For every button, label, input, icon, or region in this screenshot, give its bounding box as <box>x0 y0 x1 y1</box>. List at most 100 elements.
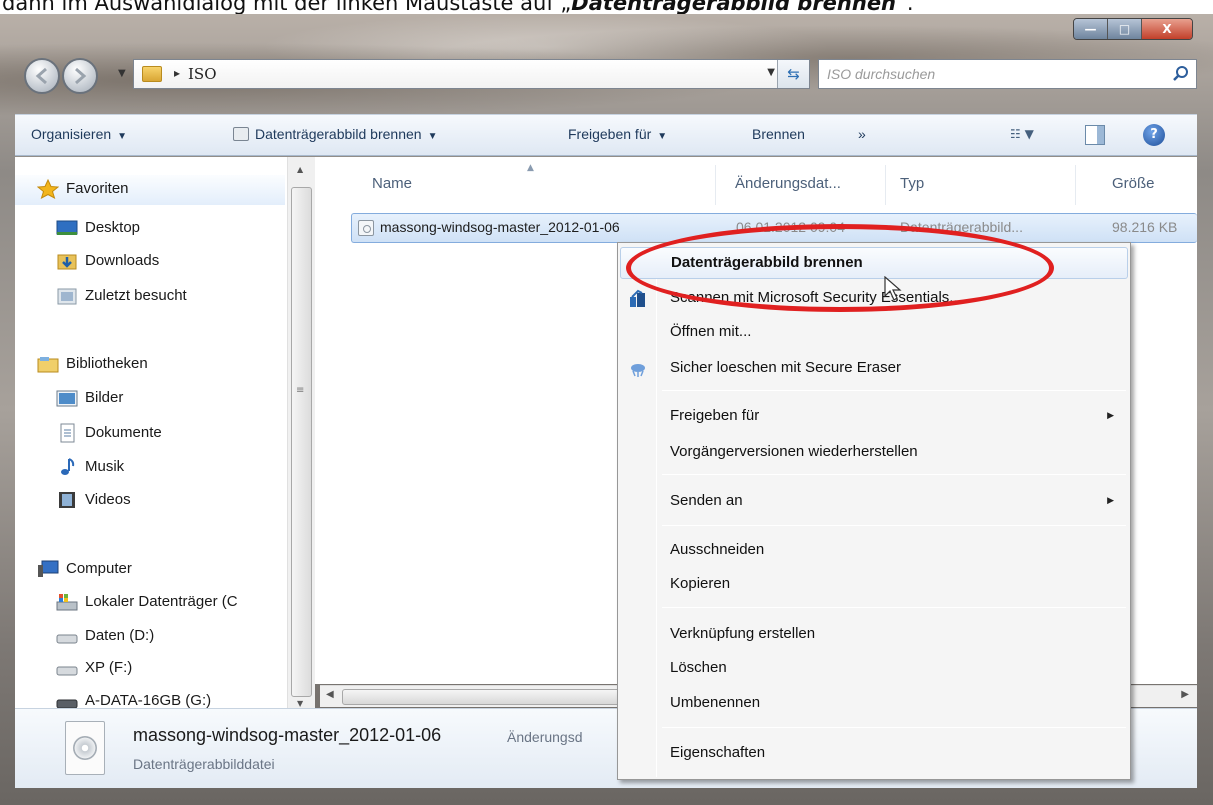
breadcrumb-separator[interactable]: ▸ <box>174 66 180 80</box>
nav-label: Desktop <box>85 219 141 236</box>
sort-ascending-icon: ▲ <box>527 163 534 173</box>
column-header-modified[interactable]: Änderungsdat... <box>735 175 841 192</box>
back-button[interactable] <box>24 58 60 94</box>
column-header-size[interactable]: Größe <box>1112 175 1155 192</box>
nav-label: XP (F:) <box>85 659 133 676</box>
nav-data-d[interactable]: Daten (D:) <box>15 622 285 652</box>
nav-music[interactable]: Musik <box>15 453 285 483</box>
menu-separator <box>662 474 1126 475</box>
submenu-arrow-icon: ▶ <box>1107 410 1114 420</box>
menu-item-open-with[interactable]: Öffnen mit... <box>620 317 1128 349</box>
nav-downloads[interactable]: Downloads <box>15 247 285 277</box>
chevron-down-icon: ▼ <box>427 131 438 142</box>
column-divider <box>885 165 886 205</box>
nav-label: Videos <box>85 491 131 508</box>
burn-button[interactable]: Brennen <box>752 126 805 142</box>
nav-xp-f[interactable]: XP (F:) <box>15 654 285 684</box>
minimize-button[interactable]: — <box>1074 19 1108 39</box>
menu-separator <box>662 525 1126 526</box>
forward-button[interactable] <box>62 58 98 94</box>
search-icon[interactable] <box>1172 65 1190 83</box>
menu-item-label: Öffnen mit... <box>670 323 752 340</box>
submenu-arrow-icon: ▶ <box>1107 495 1114 505</box>
nav-computer[interactable]: Computer <box>15 555 285 585</box>
menu-item-copy[interactable]: Kopieren <box>620 569 1128 601</box>
computer-icon <box>38 560 59 577</box>
address-dropdown[interactable]: ▼ <box>767 67 775 78</box>
close-button[interactable]: X <box>1142 19 1192 39</box>
share-with-menu[interactable]: Freigeben für ▼ <box>568 126 667 142</box>
burn-image-button[interactable]: Datenträgerabbild brennen ▼ <box>233 126 437 142</box>
arrow-right-icon <box>75 67 87 85</box>
scrollbar-thumb[interactable] <box>291 187 312 697</box>
column-divider <box>715 165 716 205</box>
nav-label: Favoriten <box>66 180 129 197</box>
navigation-pane: Favoriten Desktop Downloads Zuletzt besu… <box>15 157 315 717</box>
menu-item-label: Löschen <box>670 659 727 676</box>
organize-label: Organisieren <box>31 126 112 142</box>
refresh-button[interactable]: ⇆ <box>777 60 809 88</box>
recent-pages-dropdown[interactable]: ▼ <box>118 68 132 82</box>
share-with-label: Freigeben für <box>568 126 652 142</box>
chevron-down-icon: ▼ <box>118 68 126 79</box>
chevron-down-icon: ▼ <box>657 131 668 142</box>
help-icon: ? <box>1150 127 1158 142</box>
command-bar: Organisieren ▼ Datenträgerabbild brennen ▼… <box>15 114 1197 156</box>
music-icon <box>61 458 75 475</box>
breadcrumb-iso[interactable]: ISO <box>188 65 217 83</box>
menu-item-send-to[interactable]: Senden an ▶ <box>620 486 1128 518</box>
help-button[interactable]: ? <box>1143 124 1165 146</box>
scroll-left-icon[interactable]: ◀ <box>326 689 334 700</box>
nav-favorites[interactable]: Favoriten <box>15 175 285 205</box>
maximize-button[interactable]: □ <box>1108 19 1142 39</box>
libraries-icon <box>37 357 59 373</box>
menu-item-rename[interactable]: Umbenennen <box>620 688 1128 720</box>
nav-videos[interactable]: Videos <box>15 486 285 516</box>
windows-drive-icon <box>56 594 78 611</box>
downloads-folder-icon <box>57 254 77 270</box>
nav-label: Computer <box>66 560 132 577</box>
nav-recent[interactable]: Zuletzt besucht <box>15 282 285 312</box>
scroll-right-icon[interactable]: ▶ <box>1181 689 1189 700</box>
search-input[interactable] <box>827 63 1147 85</box>
hard-drive-icon <box>56 634 78 644</box>
details-modified-label: Änderungsd <box>507 729 583 745</box>
more-commands-button[interactable]: » <box>858 126 866 142</box>
change-view-button[interactable]: ☷ ▼ <box>1010 127 1040 145</box>
menu-item-delete[interactable]: Löschen <box>620 653 1128 685</box>
nav-pictures[interactable]: Bilder <box>15 384 285 414</box>
menu-item-cut[interactable]: Ausschneiden <box>620 535 1128 567</box>
menu-item-secure-eraser[interactable]: Sicher loeschen mit Secure Eraser <box>620 353 1128 385</box>
search-box <box>818 59 1197 89</box>
nav-label: Zuletzt besucht <box>85 287 187 304</box>
nav-local-disk-c[interactable]: Lokaler Datenträger (C <box>15 588 285 618</box>
address-bar[interactable]: ▸ ISO ▼ ⇆ <box>133 59 810 89</box>
nav-label: Dokumente <box>85 424 162 441</box>
nav-documents[interactable]: Dokumente <box>15 419 285 449</box>
mouse-cursor-icon <box>884 276 902 301</box>
grip-icon: ≡ <box>296 385 305 396</box>
instruction-prefix: dann im Auswahldialog mit der linken Mau… <box>2 0 572 15</box>
scroll-down-icon[interactable]: ▼ <box>297 699 303 708</box>
menu-item-create-shortcut[interactable]: Verknüpfung erstellen <box>620 619 1128 651</box>
videos-icon <box>59 492 75 508</box>
nav-label: Bilder <box>85 389 124 406</box>
menu-item-properties[interactable]: Eigenschaften <box>620 738 1128 770</box>
nav-desktop[interactable]: Desktop <box>15 214 285 244</box>
menu-separator <box>662 390 1126 391</box>
column-header-type[interactable]: Typ <box>900 175 924 192</box>
navigation-scrollbar[interactable]: ▲ ≡ ▼ <box>287 157 315 717</box>
column-header-name[interactable]: Name <box>372 175 412 192</box>
pictures-icon <box>56 390 78 407</box>
column-divider <box>1075 165 1076 205</box>
context-menu: Datenträgerabbild brennen Scannen mit Mi… <box>617 242 1131 780</box>
burn-image-label: Datenträgerabbild brennen <box>255 126 422 142</box>
scroll-up-icon[interactable]: ▲ <box>297 165 303 174</box>
preview-pane-button[interactable] <box>1085 125 1105 145</box>
chevron-down-icon: ▼ <box>117 131 128 142</box>
menu-item-restore-previous-versions[interactable]: Vorgängerversionen wiederherstellen <box>620 437 1128 469</box>
organize-menu[interactable]: Organisieren ▼ <box>31 126 127 142</box>
nav-libraries[interactable]: Bibliotheken <box>15 350 285 380</box>
menu-item-share-with[interactable]: Freigeben für ▶ <box>620 401 1128 433</box>
desktop-icon <box>56 220 78 235</box>
